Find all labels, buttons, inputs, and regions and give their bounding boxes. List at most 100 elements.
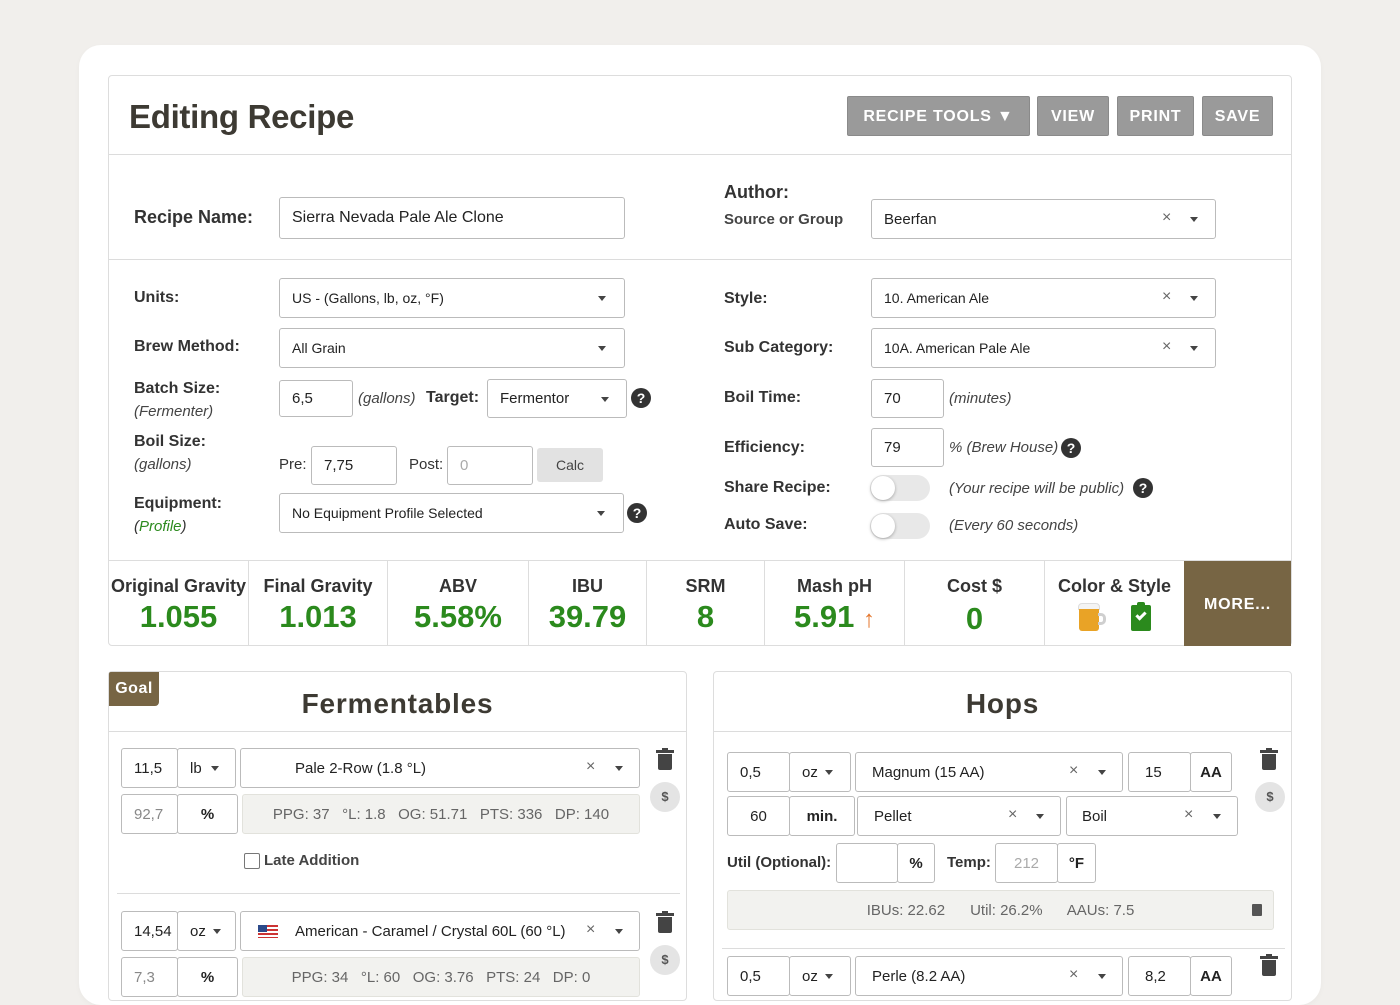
hop-unit-select[interactable]: oz (789, 752, 851, 792)
style-select[interactable]: 10. American Ale × (871, 278, 1216, 318)
autosave-note: (Every 60 seconds) (949, 517, 1079, 534)
hop-amount-input[interactable]: 0,5 (727, 956, 790, 996)
pre-boil-input[interactable]: 7,75 (311, 446, 397, 485)
brew-method-select[interactable]: All Grain (279, 328, 625, 368)
boil-size-sublabel: (gallons) (134, 456, 192, 473)
fermentable-select[interactable]: Pale 2-Row (1.8 °L) × (240, 748, 640, 788)
stat-label: Cost $ (946, 576, 1002, 596)
clear-icon[interactable]: × (1184, 806, 1193, 824)
temp-unit: °F (1057, 843, 1096, 883)
percent-input[interactable]: 7,3 (121, 957, 178, 997)
divider (714, 731, 1291, 732)
hop-variety-select[interactable]: Perle (8.2 AA) × (855, 956, 1123, 996)
clear-icon[interactable]: × (1069, 762, 1078, 780)
boil-time-input[interactable]: 70 (871, 379, 944, 418)
efficiency-input[interactable]: 79 (871, 428, 944, 467)
clear-icon[interactable]: × (1069, 966, 1078, 984)
hop-amount-input[interactable]: 0,5 (727, 752, 790, 792)
amount-input[interactable]: 11,5 (121, 748, 178, 788)
stat-fg: Final Gravity 1.013 (249, 561, 388, 646)
chevron-down-icon[interactable] (598, 296, 606, 301)
post-boil-input[interactable]: 0 (447, 446, 533, 485)
amount-input[interactable]: 14,54 (121, 911, 178, 951)
chevron-down-icon[interactable] (1190, 346, 1198, 351)
trash-icon[interactable] (1260, 748, 1278, 770)
cost-icon[interactable]: $ (650, 782, 680, 812)
cost-icon[interactable]: $ (650, 945, 680, 975)
chevron-down-icon[interactable] (598, 346, 606, 351)
copy-icon[interactable] (1252, 904, 1262, 916)
chevron-down-icon[interactable] (1190, 296, 1198, 301)
percent-input[interactable]: 92,7 (121, 794, 178, 834)
help-icon[interactable]: ? (627, 503, 647, 523)
stats-bar: Original Gravity 1.055 Final Gravity 1.013… (109, 560, 1291, 646)
late-addition-checkbox[interactable] (244, 853, 260, 869)
target-select[interactable]: Fermentor (487, 379, 627, 418)
stat-color-style: Color & Style (1045, 561, 1184, 646)
percent-sign: % (177, 957, 238, 997)
fermentable-select[interactable]: American - Caramel / Crystal 60L (60 °L)… (240, 911, 640, 951)
units-select[interactable]: US - (Gallons, lb, oz, °F) (279, 278, 625, 318)
help-icon[interactable]: ? (631, 388, 651, 408)
clear-icon[interactable]: × (1162, 338, 1171, 356)
chevron-down-icon[interactable] (1036, 814, 1044, 819)
hop-time-input[interactable]: 60 (727, 796, 790, 836)
chevron-down-icon[interactable] (1190, 217, 1198, 222)
util-label: Util (Optional): (727, 854, 832, 871)
chevron-down-icon[interactable] (597, 511, 605, 516)
autosave-toggle[interactable] (870, 513, 930, 539)
hop-variety-select[interactable]: Magnum (15 AA) × (855, 752, 1123, 792)
util-input[interactable] (836, 843, 898, 883)
chevron-down-icon[interactable] (615, 929, 623, 934)
clear-icon[interactable]: × (1162, 288, 1171, 306)
stat-cost: Cost $ 0 (905, 561, 1045, 646)
hop-form-value: Pellet (874, 807, 912, 825)
help-icon[interactable]: ? (1133, 478, 1153, 498)
fermentables-title: Fermentables (301, 688, 494, 719)
recipe-tools-button[interactable]: RECIPE TOOLS ▼ (847, 96, 1030, 136)
author-select[interactable]: Beerfan × (871, 199, 1216, 239)
chevron-down-icon[interactable] (615, 766, 623, 771)
profile-link[interactable]: Profile (139, 518, 182, 535)
unit-select[interactable]: oz (177, 911, 236, 951)
unit-value: oz (802, 967, 818, 985)
batch-size-input[interactable]: 6,5 (279, 380, 353, 417)
stat-label: Final Gravity (263, 576, 373, 596)
chevron-down-icon[interactable] (601, 397, 609, 402)
temp-input[interactable]: 212 (995, 843, 1058, 883)
trash-icon[interactable] (656, 911, 674, 933)
hop-aa-input[interactable]: 15 (1128, 752, 1191, 792)
fermentable-info: PPG: 34 °L: 60 OG: 3.76 PTS: 24 DP: 0 (242, 957, 640, 997)
recipe-name-input[interactable]: Sierra Nevada Pale Ale Clone (279, 197, 625, 239)
clear-icon[interactable]: × (586, 921, 595, 939)
late-addition-label: Late Addition (264, 852, 360, 869)
calc-button[interactable]: Calc (537, 448, 603, 482)
page-title: Editing Recipe (129, 98, 354, 135)
more-button[interactable]: MORE... (1184, 561, 1291, 646)
chevron-down-icon[interactable] (1213, 814, 1221, 819)
hop-unit-select[interactable]: oz (789, 956, 851, 996)
equipment-select[interactable]: No Equipment Profile Selected (279, 493, 624, 533)
unit-select[interactable]: lb (177, 748, 236, 788)
clear-icon[interactable]: × (1162, 209, 1171, 227)
chevron-down-icon[interactable] (1098, 974, 1106, 979)
post-label: Post: (409, 456, 444, 473)
clear-icon[interactable]: × (1008, 806, 1017, 824)
cost-icon[interactable]: $ (1255, 782, 1285, 812)
share-toggle[interactable] (870, 475, 930, 501)
help-icon[interactable]: ? (1061, 438, 1081, 458)
view-button[interactable]: VIEW (1037, 96, 1109, 136)
hop-aa-input[interactable]: 8,2 (1128, 956, 1191, 996)
hops-section: Hops 0,5 oz Magnum (15 AA) × 15 AA $ 60 … (713, 671, 1292, 1001)
subcat-select[interactable]: 10A. American Pale Ale × (871, 328, 1216, 368)
chevron-down-icon[interactable] (1098, 770, 1106, 775)
trash-icon[interactable] (1260, 954, 1278, 976)
boil-time-unit: (minutes) (949, 390, 1012, 407)
hop-form-select[interactable]: Pellet × (857, 796, 1061, 836)
trash-icon[interactable] (656, 748, 674, 770)
hop-use-select[interactable]: Boil × (1066, 796, 1238, 836)
save-button[interactable]: SAVE (1202, 96, 1273, 136)
clear-icon[interactable]: × (586, 758, 595, 776)
print-button[interactable]: PRINT (1117, 96, 1194, 136)
subcat-label: Sub Category: (724, 339, 834, 356)
